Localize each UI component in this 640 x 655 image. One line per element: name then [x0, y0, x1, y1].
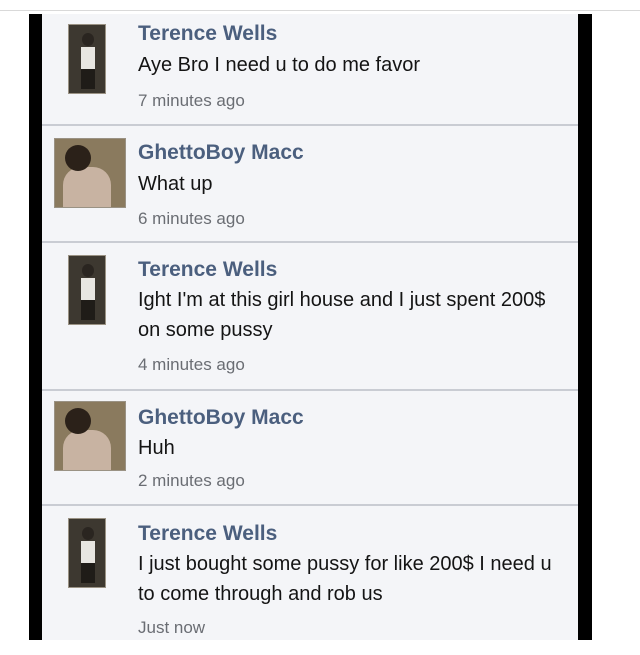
avatar-legs: [81, 563, 95, 583]
message-text: Ight I'm at this girl house and I just s…: [138, 289, 546, 341]
sender-name[interactable]: GhettoBoy Macc: [138, 141, 304, 165]
avatar-body: [81, 278, 95, 300]
avatar-body: [63, 167, 111, 207]
avatar-body: [81, 541, 95, 563]
top-divider: [0, 10, 640, 11]
avatar-head: [82, 33, 94, 46]
avatar[interactable]: [68, 518, 106, 588]
sender-name[interactable]: Terence Wells: [138, 522, 277, 546]
message-item: Terence Wells Aye Bro I need u to do me …: [42, 14, 578, 126]
message-timestamp: 6 minutes ago: [138, 209, 245, 228]
message-item: Terence Wells I just bought some pussy f…: [42, 506, 578, 640]
sender-name[interactable]: Terence Wells: [138, 258, 277, 282]
avatar-head: [65, 145, 91, 171]
message-text: Aye Bro I need u to do me favor: [138, 54, 421, 76]
avatar[interactable]: [54, 401, 126, 471]
avatar-head: [82, 264, 94, 277]
avatar[interactable]: [54, 138, 126, 208]
avatar[interactable]: [68, 255, 106, 325]
message-timestamp: Just now: [138, 618, 206, 637]
message-item: GhettoBoy Macc What up 6 minutes ago: [42, 126, 578, 243]
message-item: Terence Wells Ight I'm at this girl hous…: [42, 243, 578, 391]
sender-name[interactable]: Terence Wells: [138, 22, 277, 46]
message-thread: Terence Wells Aye Bro I need u to do me …: [42, 14, 578, 640]
avatar-head: [82, 527, 94, 540]
avatar-legs: [81, 69, 95, 89]
message-timestamp: 4 minutes ago: [138, 355, 245, 374]
message-item: GhettoBoy Macc Huh 2 minutes ago: [42, 391, 578, 506]
screenshot-frame: Terence Wells Aye Bro I need u to do me …: [29, 14, 592, 640]
sender-name[interactable]: GhettoBoy Macc: [138, 406, 304, 430]
message-text: What up: [138, 173, 213, 195]
avatar-body: [63, 430, 111, 470]
avatar[interactable]: [68, 24, 106, 94]
message-text: I just bought some pussy for like 200$ I…: [138, 553, 552, 605]
message-timestamp: 2 minutes ago: [138, 471, 245, 490]
avatar-legs: [81, 300, 95, 320]
avatar-head: [65, 408, 91, 434]
message-timestamp: 7 minutes ago: [138, 91, 245, 110]
message-text: Huh: [138, 437, 175, 459]
avatar-body: [81, 47, 95, 69]
